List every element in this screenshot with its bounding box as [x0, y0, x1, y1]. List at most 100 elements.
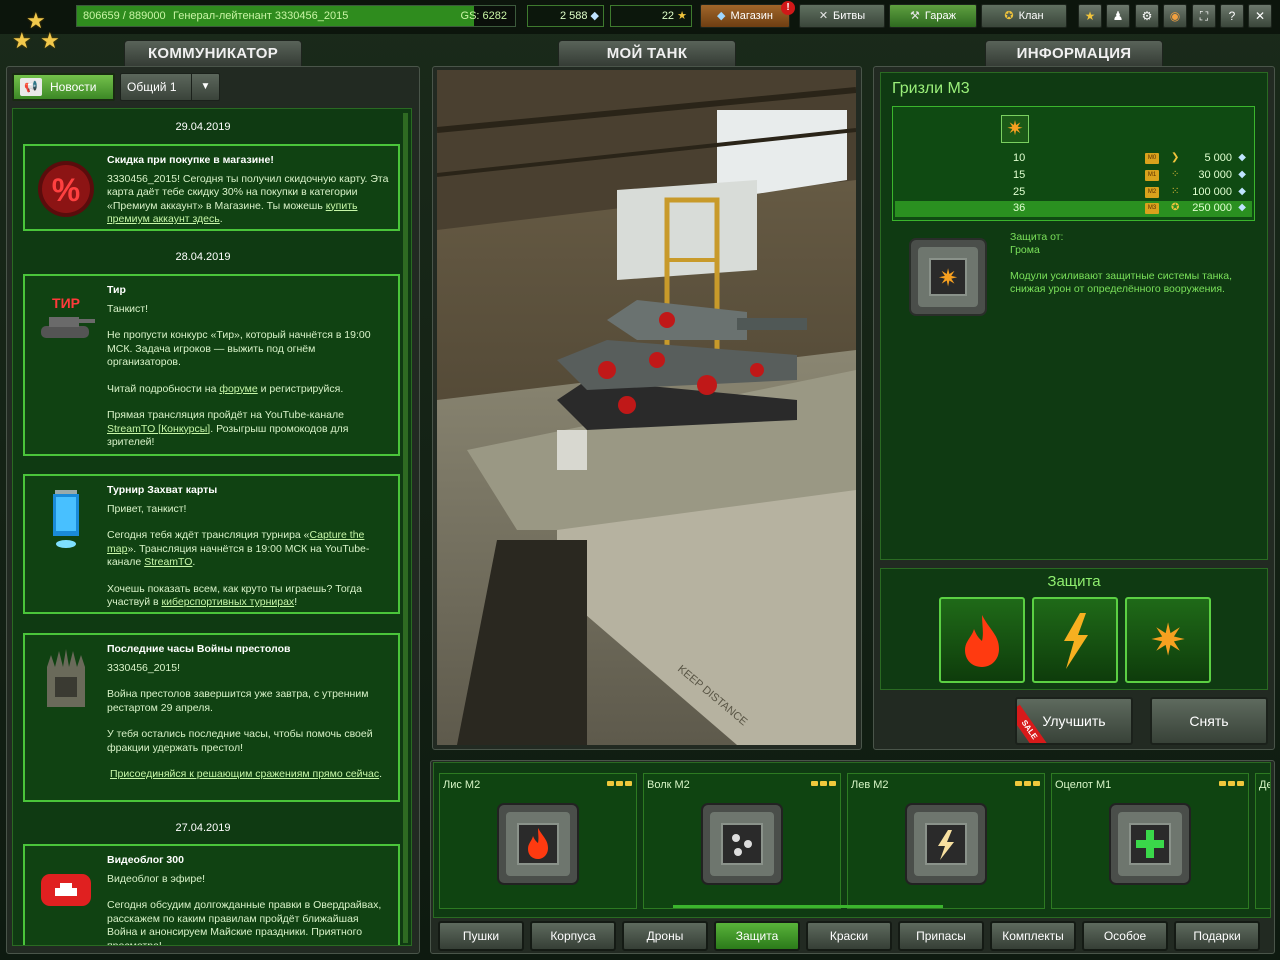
medal-icon: ✪ [1004, 10, 1014, 22]
upgrade-level: 10 [1013, 152, 1026, 164]
chevron-down-icon: ▼ [191, 74, 219, 100]
category-tab[interactable]: Пушки [438, 921, 524, 951]
remove-button-label: Снять [1189, 713, 1229, 729]
category-tab[interactable]: Припасы [898, 921, 984, 951]
experience-value: 806659 / 889000 [83, 10, 166, 22]
news-item: Последние часы Войны престолов 3330456_2… [23, 633, 400, 802]
module-card[interactable]: Лис M2 [439, 773, 637, 909]
news-text: Читай подробности на [107, 382, 220, 395]
garage-button[interactable]: ⚒ Гараж [889, 4, 977, 28]
category-tab[interactable]: Дроны [622, 921, 708, 951]
join-battle-link[interactable]: Присоединяйся к решающим сражениям прямо… [110, 768, 379, 780]
slot-electric-protection[interactable] [1032, 597, 1118, 683]
news-body-tail: . [219, 213, 223, 225]
sound-button[interactable]: ◉ [1163, 4, 1187, 28]
channel-value: Общий 1 [127, 80, 177, 94]
settings-button[interactable]: ⚙ [1135, 4, 1159, 28]
gear-icon: ⚙ [1141, 9, 1153, 23]
shop-label: Магазин [730, 10, 773, 22]
category-tab[interactable]: Особое [1082, 921, 1168, 951]
news-text: и регистрируйся. [257, 382, 344, 395]
module-name: Оцелот M1 [1055, 779, 1112, 791]
modification-badge: M1 [1145, 170, 1159, 181]
fullscreen-button[interactable]: ⛶ [1192, 4, 1216, 28]
category-tab[interactable]: Подарки [1174, 921, 1260, 951]
streamto-link[interactable]: StreamTO [144, 556, 192, 568]
protection-module-icon: ✷ [904, 233, 987, 316]
category-tab[interactable]: Защита [714, 921, 800, 951]
category-tab[interactable]: Комплекты [990, 921, 1076, 951]
news-greeting: 3330456_2015! [107, 661, 180, 674]
game-window: ★ ★ ★ 806659 / 889000 Генерал-лейтенант 33… [0, 0, 1280, 960]
news-tab-label: Новости [50, 80, 97, 94]
exit-button[interactable]: ✕ [1248, 4, 1272, 28]
tankoins-counter: 22 ★ [610, 5, 692, 27]
crystal-icon: ◆ [590, 10, 599, 22]
item-name: Гризли M3 [892, 80, 970, 97]
news-item: % Скидка при покупке в магазине! 3330456… [23, 144, 400, 231]
svg-text:%: % [52, 172, 80, 208]
upgrade-button-label: Улучшить [1042, 713, 1106, 729]
tournament-banner-icon [35, 488, 97, 550]
help-button[interactable]: ? [1220, 4, 1244, 28]
news-feed: 29.04.2019 % Скидка при покупке в магази… [12, 108, 412, 946]
upgrade-row: 10 M0 ❯ 5 000 ◆ [895, 151, 1252, 167]
news-title: Тир [107, 284, 126, 296]
upgrade-pips [1015, 781, 1040, 786]
experience-bar: 806659 / 889000 Генерал-лейтенант 333045… [76, 5, 516, 27]
news-text: Сегодня тебя ждёт трансляция турнира « [107, 529, 310, 541]
protection-slots-title: Защита [1047, 573, 1101, 590]
news-text: . [192, 556, 196, 568]
shop-button[interactable]: ◆ Магазин ! [700, 1, 795, 28]
friends-button[interactable]: ♟ [1106, 4, 1130, 28]
clan-button[interactable]: ✪ Клан [981, 4, 1067, 28]
category-tab[interactable]: Корпуса [530, 921, 616, 951]
news-tab[interactable]: 📢 Новости [12, 73, 115, 101]
category-tab[interactable]: Краски [806, 921, 892, 951]
upgrade-row: 36 M3 ✪ 250 000 ◆ [895, 201, 1252, 217]
achievements-button[interactable]: ★ [1078, 4, 1102, 28]
crossed-swords-icon: ✕ [818, 10, 829, 22]
module-card[interactable]: Де [1255, 773, 1270, 909]
news-item: Турнир Захват карты Привет, танкист! Сег… [23, 474, 400, 614]
feed-scrollbar[interactable] [403, 113, 408, 943]
module-card[interactable]: Лев M2 [847, 773, 1045, 909]
module-card[interactable]: Оцелот M1 [1051, 773, 1249, 909]
video-blog-icon [35, 858, 97, 920]
protection-from-value: Грома [1010, 244, 1040, 256]
news-date: 28.04.2019 [175, 251, 231, 263]
crystal-icon: ◆ [1238, 186, 1246, 197]
forum-link[interactable]: форуме [219, 383, 257, 395]
soldiers-icon: ♟ [1112, 9, 1124, 23]
crystals-value: 2 588 [559, 10, 588, 22]
upgrade-button[interactable]: SALE Улучшить [1015, 697, 1133, 745]
modification-badge: M2 [1145, 187, 1159, 198]
rank-icon: ⁘ [1171, 169, 1180, 180]
my-tank-title: МОЙ ТАНК [558, 40, 736, 66]
battles-button[interactable]: ✕ Битвы [799, 4, 885, 28]
rank-insignia-icon: ★ ★ ★ [12, 8, 60, 53]
tank-viewport[interactable]: KEEP DISTANCE [437, 70, 856, 745]
tankoins-value: 22 [661, 10, 675, 22]
slot-explosion-protection[interactable]: ✷ [1125, 597, 1211, 683]
upgrade-pips [1219, 781, 1244, 786]
module-card[interactable]: Волк M2 [643, 773, 841, 909]
fullscreen-icon: ⛶ [1199, 9, 1209, 23]
garage-label: Гараж [924, 10, 956, 22]
remove-button[interactable]: Снять [1150, 697, 1268, 745]
module-list-scrollbar[interactable] [673, 905, 943, 908]
notification-badge: ! [781, 1, 795, 15]
news-paragraph: Не пропусти конкурс «Тир», который начнё… [107, 329, 371, 368]
upgrade-price: 5 000 [1204, 152, 1232, 164]
news-paragraph: Сегодня обсудим долгожданные правки в Ов… [107, 899, 382, 946]
slot-fire-protection[interactable] [939, 597, 1025, 683]
gear-score: GS: 6282 [460, 10, 507, 22]
svg-text:✷: ✷ [938, 264, 958, 292]
news-paragraph: У тебя остались последние часы, чтобы по… [107, 728, 373, 754]
channel-select[interactable]: Общий 1 ▼ [120, 73, 220, 101]
esports-link[interactable]: киберспортивных турнирах [162, 596, 295, 608]
module-name: Лис M2 [443, 779, 481, 791]
news-item: Видеоблог 300 Видеоблог в эфире! Сегодня… [23, 844, 400, 946]
stream-link[interactable]: StreamTO [Конкурсы] [107, 423, 210, 435]
news-text: Прямая трансляция пройдёт на YouTube-кан… [107, 409, 344, 421]
